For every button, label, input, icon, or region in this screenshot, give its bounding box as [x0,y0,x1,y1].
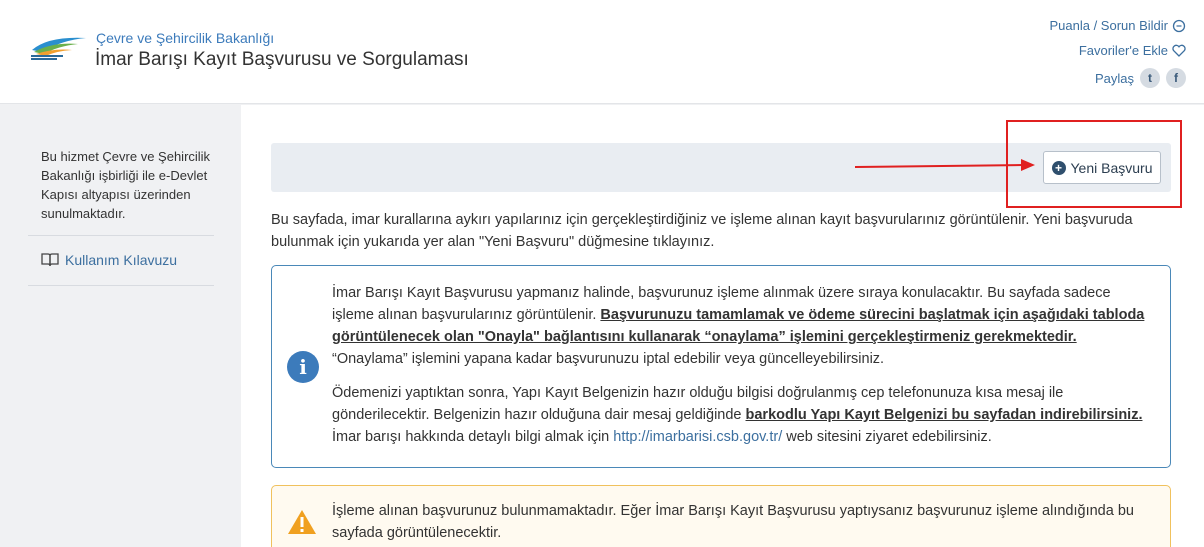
book-icon [41,253,59,267]
share-row: Paylaş t f [1049,63,1186,93]
user-guide-label: Kullanım Kılavuzu [65,252,178,268]
rate-link[interactable]: Puanla / Sorun Bildir [1049,13,1186,38]
info-paragraph: İmar Barışı Kayıt Başvurusu yapmanız hal… [332,282,1152,370]
comment-icon [1172,19,1186,32]
page-title: İmar Barışı Kayıt Başvurusu ve Sorgulama… [95,49,469,70]
warning-box: İşleme alınan başvurunuz bulunmamaktadır… [271,485,1171,547]
intro-text: Bu sayfada, imar kurallarına aykırı yapı… [271,212,1133,250]
info-paragraph: Ödemenizi yaptıktan sonra, Yapı Kayıt Be… [332,382,1152,448]
sidebar: Bu hizmet Çevre ve Şehircilik Bakanlığı … [0,105,241,547]
warning-icon [288,510,316,534]
rate-link-label: Puanla / Sorun Bildir [1049,18,1168,33]
info-text-span: İmar barışı hakkında detaylı bilgi almak… [332,429,614,445]
imar-barisi-link[interactable]: http://imarbarisi.csb.gov.tr/ [613,429,782,445]
info-box: i İmar Barışı Kayıt Başvurusu yapmanız h… [271,265,1171,468]
header-links: Puanla / Sorun Bildir Favoriler'e Ekle P… [1049,13,1186,93]
info-icon: i [287,351,319,383]
user-guide-link[interactable]: Kullanım Kılavuzu [40,252,177,268]
info-emphasis: barkodlu Yapı Kayıt Belgenizi bu sayfada… [745,407,1143,423]
favorites-link[interactable]: Favoriler'e Ekle [1049,38,1186,63]
heart-icon [1172,44,1186,57]
sidebar-note: Bu hizmet Çevre ve Şehircilik Bakanlığı … [41,149,211,221]
info-text-span: web sitesini ziyaret edebilirsiniz. [782,429,992,445]
facebook-icon[interactable]: f [1166,68,1186,88]
twitter-icon[interactable]: t [1140,68,1160,88]
ministry-logo-icon[interactable] [28,30,90,64]
info-text: İmar Barışı Kayıt Başvurusu yapmanız hal… [332,282,1152,460]
page-header: Çevre ve Şehircilik Bakanlığı İmar Barış… [0,0,1204,104]
ministry-name[interactable]: Çevre ve Şehircilik Bakanlığı [96,30,274,46]
info-text-span: “Onaylama” işlemini yapana kadar başvuru… [332,351,885,367]
sidebar-divider [28,285,214,286]
sidebar-divider [28,235,214,236]
warning-text: İşleme alınan başvurunuz bulunmamaktadır… [332,503,1134,541]
share-label: Paylaş [1094,70,1134,86]
annotation-arrow-icon [855,159,1035,171]
favorites-link-label: Favoriler'e Ekle [1078,43,1168,58]
